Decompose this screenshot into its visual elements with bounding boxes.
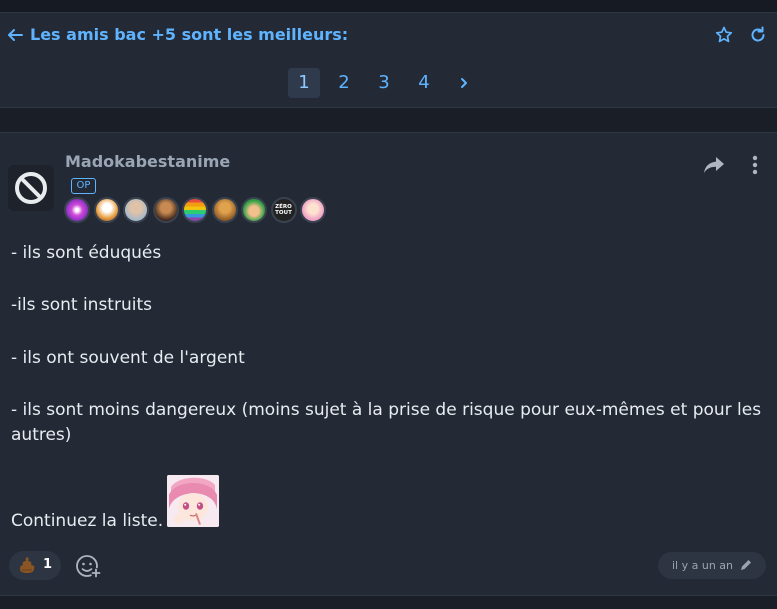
page-3-button[interactable]: 3 <box>368 68 400 98</box>
star-icon[interactable] <box>714 25 734 45</box>
next-page-button[interactable] <box>448 68 480 98</box>
rainbow-badge-icon[interactable] <box>182 197 208 223</box>
elf-badge-icon[interactable] <box>241 197 267 223</box>
section-gap <box>0 108 777 132</box>
banned-icon <box>15 172 47 204</box>
avatar[interactable] <box>8 165 54 211</box>
anime-badge-icon[interactable] <box>300 197 326 223</box>
forum-post: Madokabestanime OP ZÉRO TOUT - ils sont … <box>0 132 777 596</box>
post-line: - ils sont éduqués <box>11 243 162 263</box>
post-line: - ils sont moins dangereux (moins sujet … <box>11 400 762 445</box>
bottom-strip <box>0 596 777 609</box>
poop-emoji-icon <box>20 557 35 573</box>
topic-header: Les amis bac +5 sont les meilleurs: 1 2 … <box>0 12 777 108</box>
page-4-button[interactable]: 4 <box>408 68 440 98</box>
op-badge: OP <box>71 178 96 194</box>
figure-badge-icon[interactable] <box>211 197 238 223</box>
spiral-badge-icon[interactable] <box>64 197 90 223</box>
zero-tout-badge-icon[interactable]: ZÉRO TOUT <box>270 197 297 223</box>
pagination: 1 2 3 4 <box>288 68 480 98</box>
reaction-count: 1 <box>43 557 53 572</box>
reaction-pill[interactable]: 1 <box>9 551 61 580</box>
badge-list: ZÉRO TOUT <box>64 197 326 223</box>
character-badge-icon[interactable] <box>152 197 179 223</box>
post-line: -ils sont instruits <box>11 295 152 315</box>
post-line: - ils ont souvent de l'argent <box>11 348 245 368</box>
post-timestamp[interactable]: il y a un an <box>658 552 766 579</box>
portrait-badge-icon[interactable] <box>123 197 149 223</box>
page-1-button[interactable]: 1 <box>288 68 320 98</box>
cartoon-badge-icon[interactable] <box>93 197 120 223</box>
refresh-icon[interactable] <box>748 25 768 45</box>
add-reaction-icon[interactable] <box>75 552 102 579</box>
arrow-left-icon[interactable] <box>6 26 24 44</box>
anime-sticker-image <box>167 475 219 527</box>
more-options-icon[interactable] <box>747 153 763 177</box>
post-line: Continuez la liste. <box>11 511 164 531</box>
page-2-button[interactable]: 2 <box>328 68 360 98</box>
share-icon[interactable] <box>702 155 726 175</box>
topic-title[interactable]: Les amis bac +5 sont les meilleurs: <box>30 24 348 46</box>
pencil-icon <box>741 560 751 570</box>
author-name[interactable]: Madokabestanime <box>65 152 230 172</box>
top-strip <box>0 0 777 12</box>
